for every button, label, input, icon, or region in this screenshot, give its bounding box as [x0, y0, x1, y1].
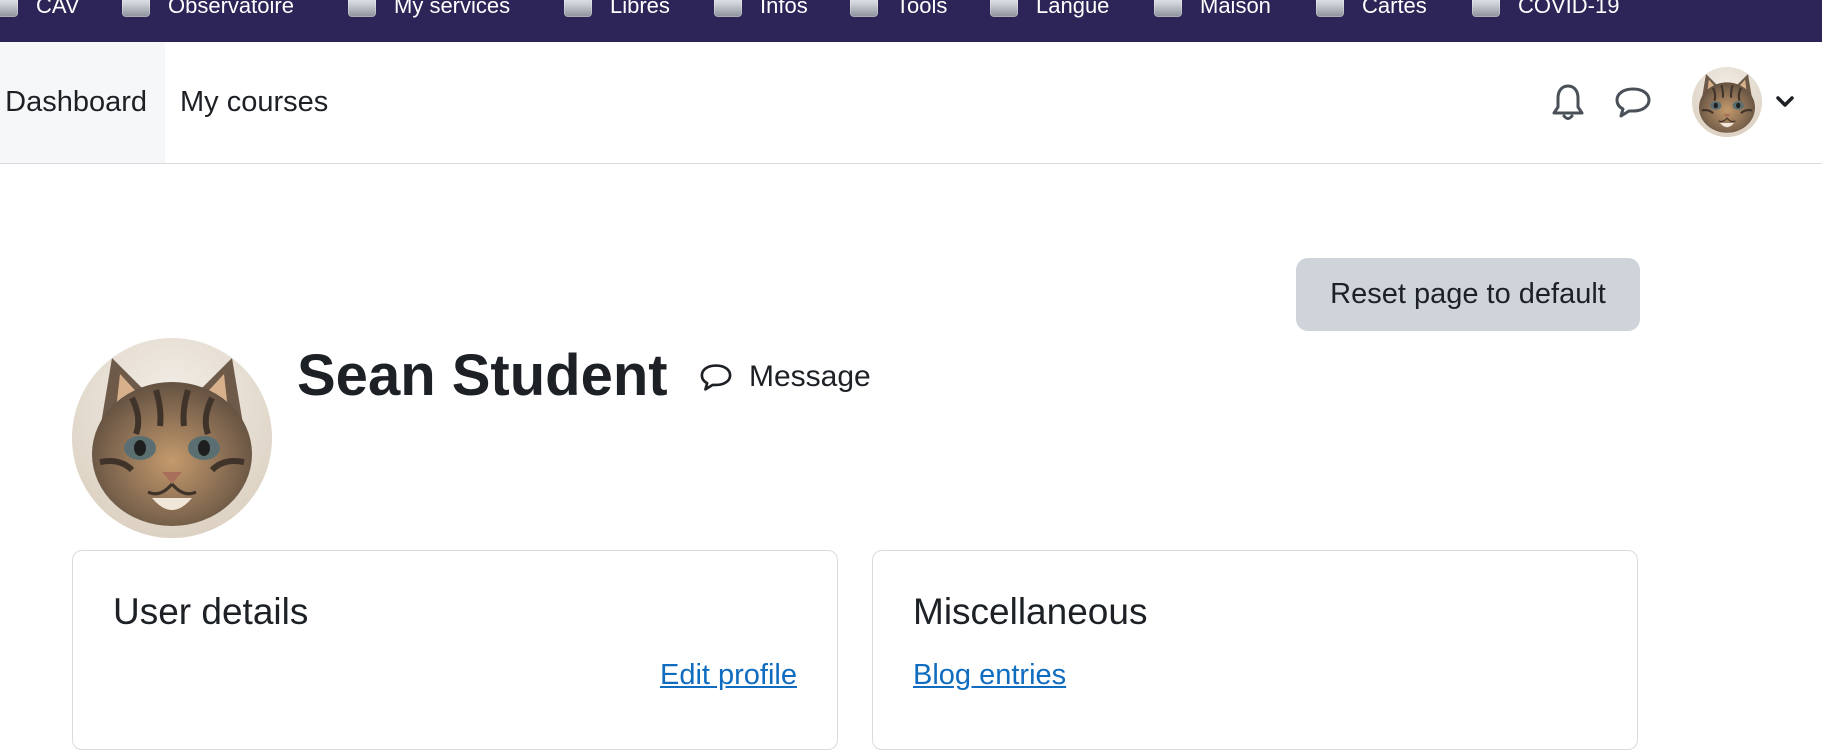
kitten-photo: [72, 338, 272, 538]
kitten-photo: [1692, 67, 1762, 137]
edit-profile-link[interactable]: Edit profile: [660, 659, 797, 692]
bookmark-infos[interactable]: Infos: [714, 0, 808, 21]
bookmark-label: Infos: [760, 0, 808, 18]
miscellaneous-card: Miscellaneous Blog entries: [872, 550, 1638, 750]
nav-item-dashboard[interactable]: Dashboard: [0, 42, 165, 163]
bookmark-libres[interactable]: Libres: [564, 0, 670, 21]
bookmark-maison[interactable]: Maison: [1154, 0, 1271, 21]
chat-icon[interactable]: [1614, 85, 1652, 119]
bookmark-tools[interactable]: Tools: [850, 0, 947, 21]
folder-icon: [0, 0, 18, 17]
bookmark-label: COVID-19: [1518, 0, 1620, 18]
bookmark-label: Libres: [610, 0, 670, 18]
bookmark-cartes[interactable]: Cartes: [1316, 0, 1427, 21]
blog-entries-link[interactable]: Blog entries: [913, 659, 1066, 692]
folder-icon: [564, 0, 592, 17]
bookmark-label: CAV: [36, 0, 80, 18]
nav-label: My courses: [180, 86, 329, 118]
folder-icon: [1472, 0, 1500, 17]
bookmark-label: Observatoire: [168, 0, 294, 18]
chat-icon: [700, 364, 732, 391]
chevron-down-icon[interactable]: [1775, 94, 1795, 110]
bell-icon[interactable]: [1550, 82, 1586, 122]
folder-icon: [348, 0, 376, 17]
bookmark-label: My services: [394, 0, 511, 18]
folder-icon: [122, 0, 150, 17]
bookmark-my-services[interactable]: My services: [348, 0, 510, 21]
bookmark-label: Langue: [1036, 0, 1110, 18]
card-title: Miscellaneous: [913, 591, 1148, 632]
folder-icon: [850, 0, 878, 17]
user-details-card: User details Edit profile: [72, 550, 838, 750]
nav-label: Dashboard: [5, 86, 147, 118]
primary-navbar: Dashboard My courses: [0, 42, 1822, 164]
card-title: User details: [113, 591, 309, 632]
bookmark-observatoire[interactable]: Observatoire: [122, 0, 294, 21]
bookmark-label: Cartes: [1362, 0, 1427, 18]
nav-item-my-courses[interactable]: My courses: [180, 42, 328, 163]
reset-page-button[interactable]: Reset page to default: [1296, 258, 1640, 331]
bookmark-label: Tools: [896, 0, 948, 18]
bookmark-cav[interactable]: CAV: [0, 0, 80, 21]
bookmarks-bar: CAV Observatoire My services Libres Info…: [0, 0, 1822, 42]
folder-icon: [1154, 0, 1182, 17]
folder-icon: [1316, 0, 1344, 17]
bookmark-langue[interactable]: Langue: [990, 0, 1109, 21]
message-label: Message: [749, 360, 871, 393]
profile-avatar: [72, 338, 272, 538]
avatar[interactable]: [1692, 67, 1762, 137]
folder-icon: [714, 0, 742, 17]
bookmark-label: Maison: [1200, 0, 1271, 18]
folder-icon: [990, 0, 1018, 17]
bookmark-covid-19[interactable]: COVID-19: [1472, 0, 1619, 21]
page-title: Sean Student: [297, 343, 668, 408]
message-button[interactable]: Message: [699, 355, 871, 399]
